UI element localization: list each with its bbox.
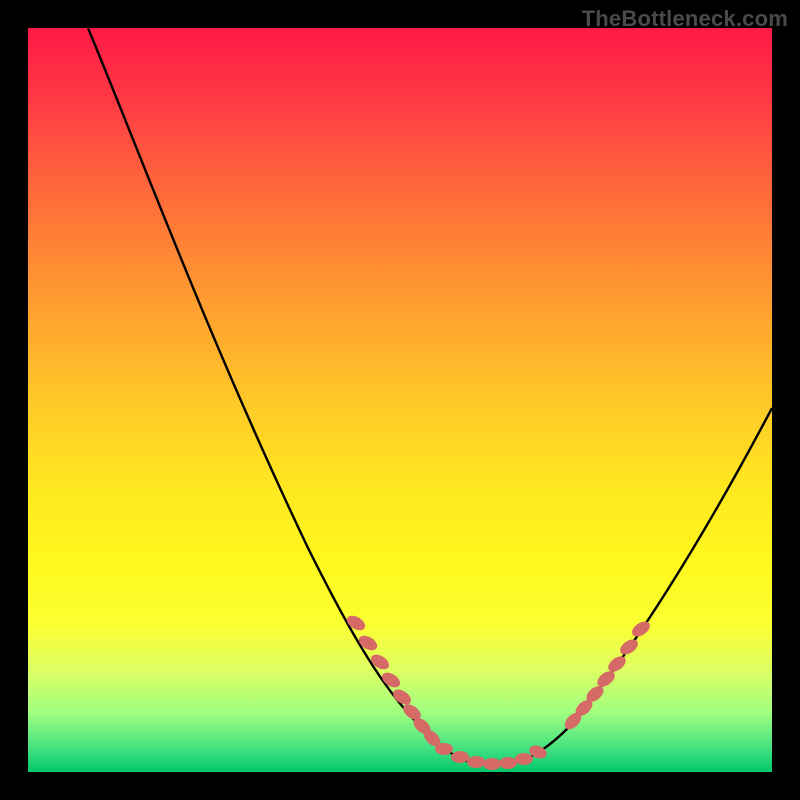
bottleneck-curve-line xyxy=(88,28,772,766)
chart-svg xyxy=(28,28,772,772)
highlight-dots-bottom xyxy=(435,743,549,770)
highlight-dots-right xyxy=(562,618,653,732)
chart-frame: TheBottleneck.com xyxy=(0,0,800,800)
watermark-text: TheBottleneck.com xyxy=(582,6,788,32)
chart-plot-area xyxy=(28,28,772,772)
highlight-dots-left xyxy=(344,613,443,750)
